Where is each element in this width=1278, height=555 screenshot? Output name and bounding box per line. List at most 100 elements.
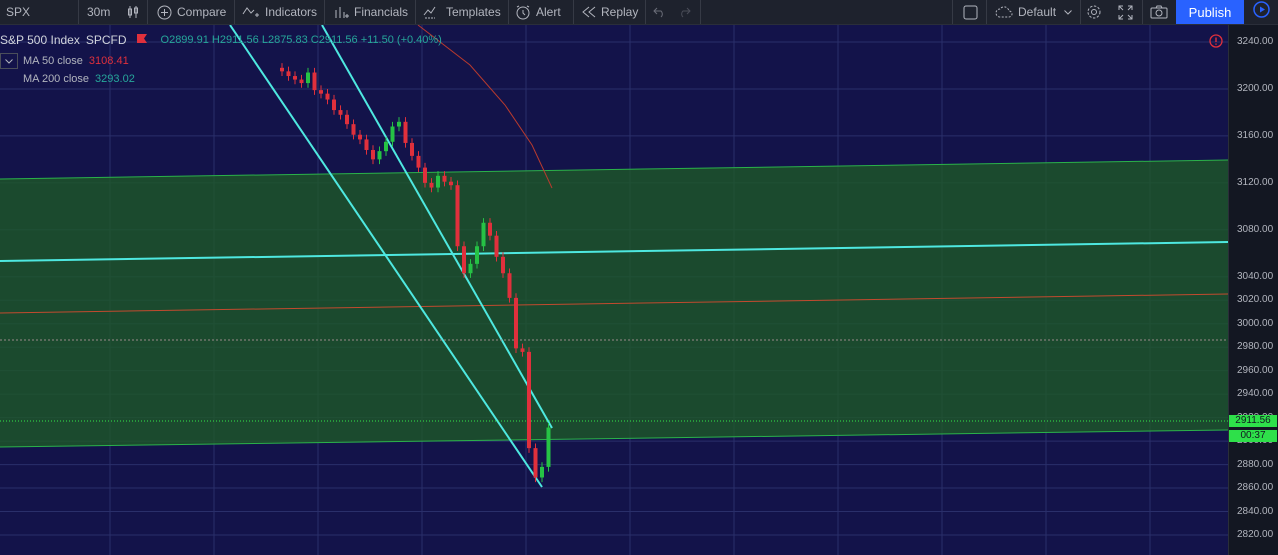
- symbol-text: SPX: [6, 5, 31, 19]
- candle-body: [410, 142, 414, 156]
- warning-icon[interactable]: [1209, 34, 1223, 53]
- interval-text: 30m: [87, 5, 111, 19]
- candle-body: [390, 126, 395, 142]
- candle-body: [436, 175, 440, 188]
- price-tick-label: 2980.00: [1237, 341, 1274, 353]
- toolbar-divider: [324, 0, 325, 24]
- candle-body: [293, 76, 297, 80]
- financials-label: Financials: [354, 5, 409, 19]
- financials-button[interactable]: Financials: [333, 0, 408, 24]
- indicators-button[interactable]: Indicators: [242, 0, 317, 24]
- fullscreen-button[interactable]: [1118, 0, 1138, 24]
- indicators-icon: [242, 5, 260, 19]
- alert-label: Alert: [536, 5, 561, 19]
- candle-body: [533, 448, 538, 478]
- templates-button[interactable]: Templates: [423, 0, 501, 24]
- toolbar-divider: [147, 0, 148, 24]
- toolbar-divider: [508, 0, 509, 24]
- interval-button[interactable]: 30m: [87, 0, 110, 24]
- templates-icon: [423, 5, 441, 19]
- camera-icon: [1150, 5, 1168, 19]
- candle-body: [377, 151, 382, 160]
- price-tick-label: 2940.00: [1237, 388, 1274, 400]
- candle-body: [520, 348, 525, 352]
- top-toolbar: SPX 30m Compare Indicators Financials Te…: [0, 0, 1278, 25]
- candle-body: [351, 124, 356, 135]
- fullscreen-layout-button[interactable]: [963, 0, 983, 24]
- gear-icon: [1086, 4, 1102, 20]
- price-tick-label: 3080.00: [1237, 223, 1274, 235]
- square-icon: [963, 5, 978, 20]
- candle-body: [299, 79, 304, 84]
- play-button[interactable]: [1244, 0, 1278, 24]
- symbol-search[interactable]: SPX: [6, 0, 30, 24]
- price-chart[interactable]: [0, 25, 1228, 555]
- chevron-down-icon: [1064, 9, 1072, 15]
- redo-button[interactable]: [677, 0, 696, 24]
- candle-body: [306, 72, 310, 84]
- candle-body: [449, 181, 453, 186]
- toolbar-divider: [1142, 0, 1143, 24]
- candle-body: [332, 99, 336, 111]
- templates-label: Templates: [446, 5, 501, 19]
- countdown-tag: 00:37: [1229, 430, 1277, 442]
- candle-body: [481, 222, 486, 247]
- publish-button[interactable]: Publish: [1176, 0, 1244, 24]
- ma200-name: MA 200 close: [23, 73, 90, 85]
- price-tick-label: 3160.00: [1237, 129, 1274, 141]
- candle-body: [423, 167, 427, 183]
- candle-body: [338, 110, 343, 115]
- candle-body: [475, 246, 479, 264]
- toolbar-divider: [986, 0, 987, 24]
- price-scale[interactable]: 3240.00 3200.00 3160.00 3120.00 3080.00 3040.…: [1228, 25, 1278, 555]
- price-tick-label: 3240.00: [1237, 36, 1274, 47]
- candle-body: [345, 114, 349, 125]
- candle-body: [540, 466, 544, 478]
- alert-button[interactable]: Alert: [515, 0, 561, 24]
- indicators-label: Indicators: [265, 5, 318, 19]
- financials-icon: [333, 5, 349, 19]
- price-tick-label: 2840.00: [1237, 505, 1274, 517]
- compare-button[interactable]: Compare: [157, 0, 226, 24]
- price-tick-label: 3020.00: [1237, 294, 1274, 306]
- candle-body: [397, 121, 401, 127]
- last-price-tag: 2911.56: [1229, 415, 1277, 427]
- replay-label: Replay: [601, 5, 639, 19]
- rewind-icon: [582, 6, 596, 18]
- flag-icon[interactable]: [136, 34, 147, 46]
- layout-label: Default: [1018, 5, 1057, 19]
- price-tick-label: 3000.00: [1237, 317, 1274, 329]
- candle-body: [442, 175, 447, 182]
- candle-body: [358, 134, 362, 140]
- legend-ma50-row[interactable]: MA 50 close 3108.41: [0, 53, 129, 69]
- settings-button[interactable]: [1086, 0, 1107, 24]
- candle-body: [416, 155, 421, 168]
- toolbar-divider: [234, 0, 235, 24]
- plus-circle-icon: [157, 5, 172, 20]
- chart-type-button[interactable]: [126, 0, 145, 24]
- price-tick-label: 2820.00: [1237, 529, 1274, 540]
- candle-body: [455, 185, 460, 247]
- candle-body: [319, 90, 323, 94]
- candle-body: [371, 149, 375, 160]
- collapse-chevron-icon[interactable]: [0, 53, 18, 69]
- toolbar-divider: [573, 0, 574, 24]
- snapshot-button[interactable]: [1150, 0, 1173, 24]
- replay-button[interactable]: Replay: [582, 0, 638, 24]
- toolbar-divider: [700, 0, 701, 24]
- cloud-icon: [995, 6, 1013, 18]
- legend-ma200-row[interactable]: MA 200 close 3293.02: [23, 73, 135, 85]
- candle-body: [468, 263, 473, 274]
- candle-body: [527, 351, 531, 449]
- price-tick-label: 3200.00: [1237, 82, 1274, 94]
- price-tick-label: 3120.00: [1237, 176, 1274, 188]
- layout-save-button[interactable]: Default: [995, 0, 1077, 24]
- undo-button[interactable]: [653, 0, 672, 24]
- candle-body: [325, 93, 330, 100]
- candle-body: [514, 297, 518, 349]
- candle-body: [384, 141, 388, 152]
- toolbar-divider: [78, 0, 79, 24]
- candle-body: [403, 121, 408, 143]
- toolbar-divider: [415, 0, 416, 24]
- legend-main-row: S&P 500 Index SPCFD O2899.91 H2911.56 L2…: [0, 33, 442, 47]
